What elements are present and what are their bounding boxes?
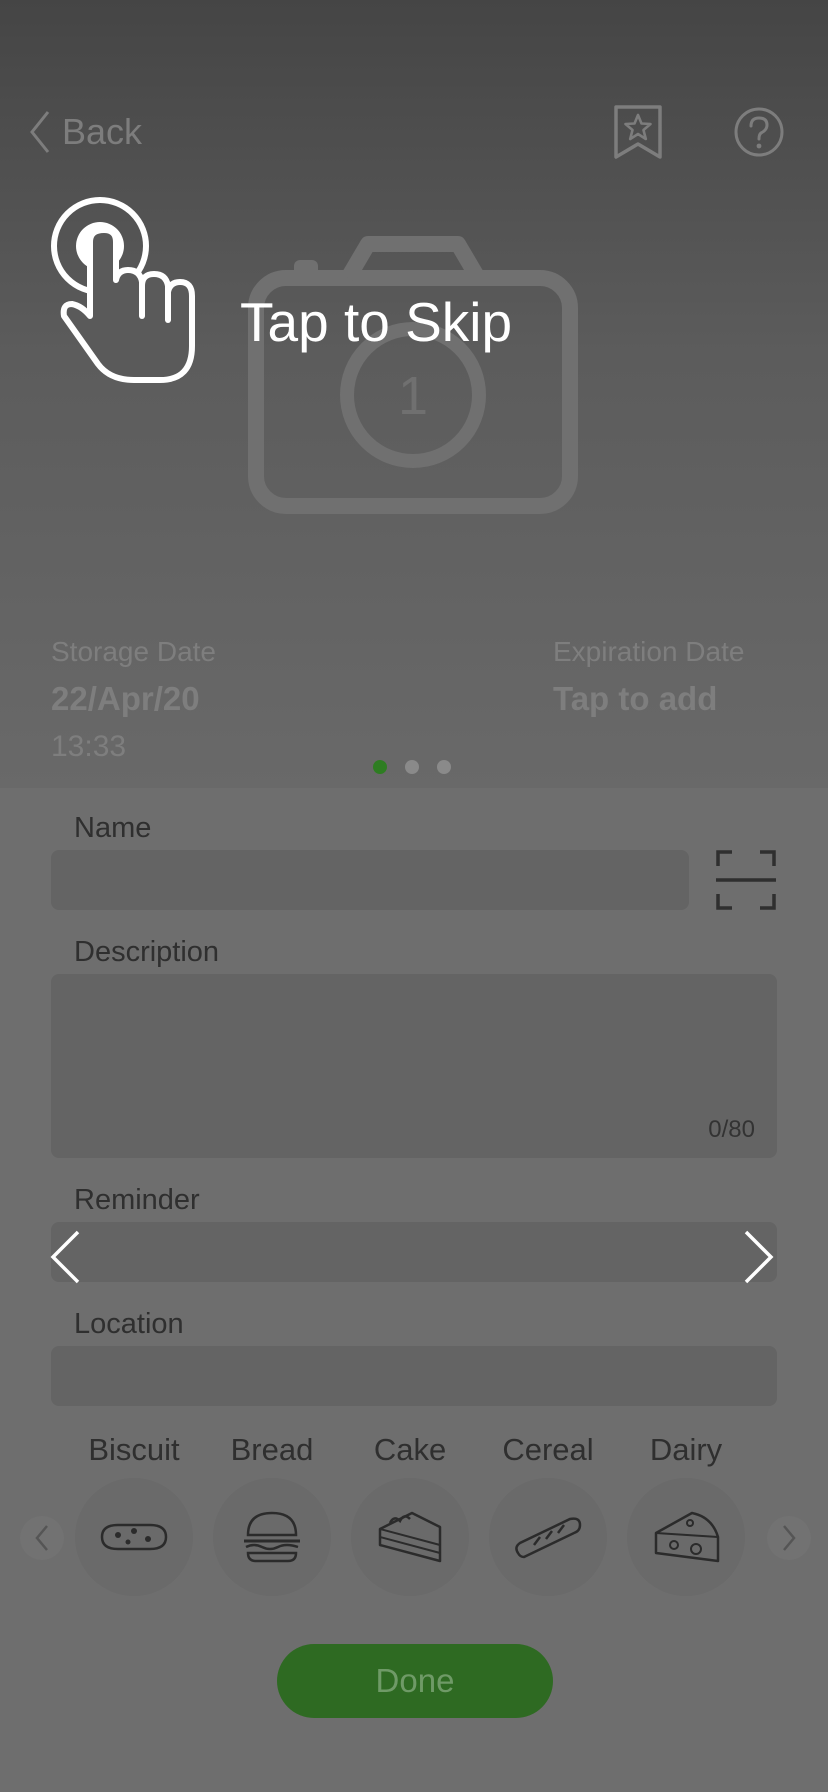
tap-hand-icon (51, 197, 195, 383)
page-indicator[interactable] (373, 760, 451, 774)
chevron-right-icon (783, 1525, 796, 1551)
storage-date[interactable]: Storage Date 22/Apr/20 13:33 (51, 636, 216, 764)
chevron-left-icon (35, 1525, 48, 1551)
help-icon[interactable] (733, 106, 785, 158)
category-label-bread: Bread (230, 1432, 314, 1467)
page-dot[interactable] (437, 760, 451, 774)
done-button[interactable]: Done (277, 1644, 553, 1718)
bookmark-star-icon[interactable] (610, 104, 666, 160)
expiration-date[interactable]: Expiration Date Tap to add (553, 636, 762, 718)
location-label: Location (74, 1308, 184, 1340)
tap-to-skip-text[interactable]: Tap to Skip (240, 290, 512, 354)
category-next-button[interactable] (767, 1516, 811, 1560)
barcode-scan-icon[interactable] (716, 850, 776, 910)
category-dairy[interactable] (627, 1478, 745, 1596)
category-bread[interactable] (213, 1478, 331, 1596)
category-cake[interactable] (351, 1478, 469, 1596)
cake-slice-icon (378, 1511, 442, 1563)
category-label-biscuit: Biscuit (88, 1432, 180, 1467)
category-label-cake: Cake (373, 1432, 447, 1467)
photo-number: 1 (398, 366, 428, 426)
biscuit-icon (100, 1523, 168, 1551)
expiration-date-label: Expiration Date (553, 636, 745, 667)
category-biscuit[interactable] (75, 1478, 193, 1596)
category-cereal[interactable] (489, 1478, 607, 1596)
reminder-field[interactable] (51, 1222, 777, 1282)
reminder-next-arrow-icon[interactable] (740, 1229, 776, 1285)
back-label: Back (62, 111, 143, 152)
item-form: Name Description 0/80 Reminder Location (0, 788, 828, 1792)
location-field[interactable] (51, 1346, 777, 1406)
page-dot[interactable] (373, 760, 387, 774)
back-button[interactable]: Back (28, 108, 142, 156)
storage-date-label: Storage Date (51, 636, 216, 667)
description-label: Description (74, 936, 220, 968)
burger-icon (244, 1511, 300, 1563)
description-counter: 0/80 (708, 1116, 755, 1143)
storage-date-value: 22/Apr/20 (51, 680, 200, 717)
photo-header[interactable]: Back 1 Tap to Skip Storage Date 22/Apr/2… (0, 0, 828, 788)
cheese-icon (654, 1511, 720, 1563)
reminder-prev-arrow-icon[interactable] (48, 1229, 84, 1285)
baguette-icon (515, 1517, 582, 1559)
reminder-label: Reminder (74, 1184, 200, 1216)
storage-time-value: 13:33 (51, 730, 127, 763)
back-chevron-icon (30, 111, 50, 153)
category-label-dairy: Dairy (649, 1432, 723, 1467)
name-field[interactable] (51, 850, 689, 910)
category-prev-button[interactable] (20, 1516, 64, 1560)
name-label: Name (74, 812, 152, 844)
screen: Back 1 Tap to Skip Storage Date 22/Apr/2… (0, 0, 828, 1792)
page-dot[interactable] (405, 760, 419, 774)
expiration-date-value: Tap to add (553, 680, 718, 717)
camera-icon[interactable]: 1 (248, 232, 578, 514)
description-field[interactable]: 0/80 (51, 974, 777, 1158)
category-label-cereal: Cereal (502, 1432, 594, 1467)
